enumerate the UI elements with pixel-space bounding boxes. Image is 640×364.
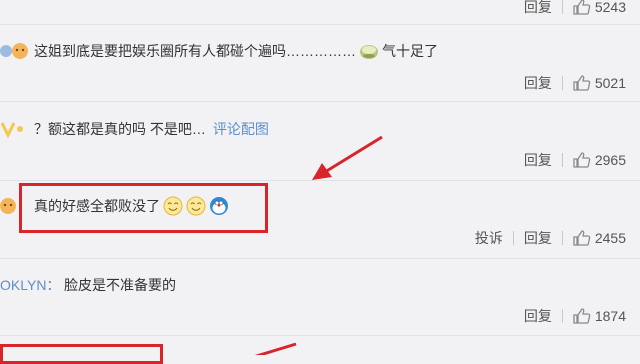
annotation-arrows — [254, 135, 383, 355]
arrow-annotation — [312, 135, 383, 180]
arrow-annotation — [254, 342, 297, 355]
